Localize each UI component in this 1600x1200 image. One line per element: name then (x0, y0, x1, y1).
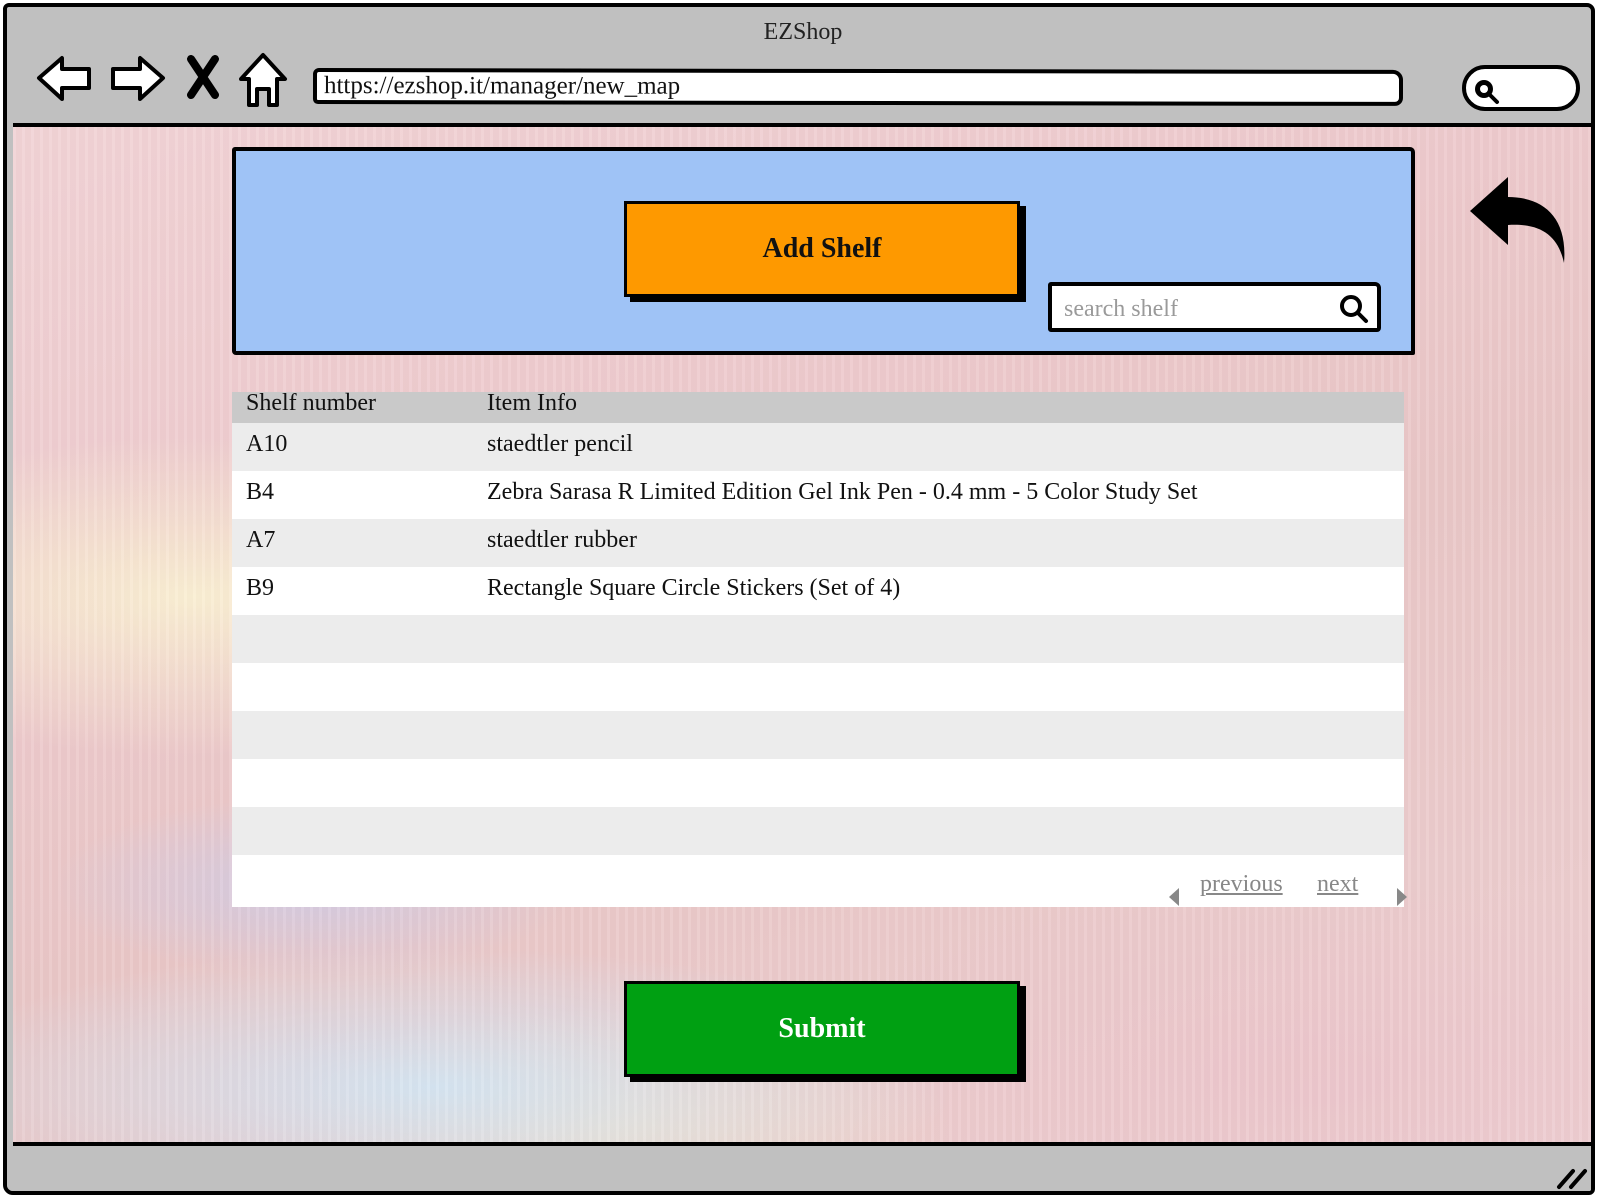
item-info-cell: staedtler rubber (487, 527, 637, 553)
previous-link[interactable]: previous (1200, 871, 1283, 898)
table-row[interactable]: A7 staedtler rubber (232, 519, 1404, 567)
column-header-shelf-number: Shelf number (246, 390, 376, 416)
search-icon[interactable] (1339, 294, 1369, 324)
status-bar (7, 1147, 1591, 1191)
table-row[interactable] (232, 663, 1404, 711)
window-title: EZShop (763, 19, 843, 45)
shelf-number-cell: B9 (246, 575, 275, 601)
url-bar[interactable]: https://ezshop.it/manager/new_map (312, 68, 1404, 106)
submit-button[interactable]: Submit (624, 981, 1020, 1077)
table-row[interactable]: A10 staedtler pencil (232, 423, 1404, 471)
next-arrow-icon[interactable] (1397, 888, 1407, 906)
shelf-number-cell: A7 (246, 527, 276, 553)
back-arrow-icon[interactable] (35, 51, 95, 107)
shelf-table: Shelf number Item Info A10 staedtler pen… (232, 390, 1407, 907)
browser-search-field[interactable] (1462, 65, 1580, 111)
column-header-item-info: Item Info (487, 390, 577, 416)
item-info-cell: Rectangle Square Circle Stickers (Set of… (487, 575, 901, 601)
table-row[interactable] (232, 759, 1404, 807)
previous-arrow-icon[interactable] (1169, 888, 1179, 906)
forward-arrow-icon[interactable] (107, 51, 167, 107)
next-link[interactable]: next (1317, 871, 1358, 898)
shelf-number-cell: A10 (246, 431, 288, 457)
table-row[interactable] (232, 807, 1404, 855)
shelf-number-cell: B4 (246, 479, 275, 505)
table-row[interactable]: B9 Rectangle Square Circle Stickers (Set… (232, 567, 1404, 615)
search-shelf-field[interactable] (1048, 282, 1381, 332)
table-row[interactable]: B4 Zebra Sarasa R Limited Edition Gel In… (232, 471, 1404, 519)
item-info-cell: Zebra Sarasa R Limited Edition Gel Ink P… (487, 479, 1198, 505)
undo-arrow-icon[interactable] (1468, 177, 1568, 267)
home-icon[interactable] (237, 51, 289, 109)
table-header: Shelf number Item Info (232, 390, 1404, 423)
browser-window: EZShop https://ezshop.it/manager/new_map… (3, 3, 1595, 1195)
search-icon (1475, 80, 1499, 104)
item-info-cell: staedtler pencil (487, 431, 633, 457)
close-x-icon[interactable] (185, 55, 221, 99)
resize-grip-icon[interactable] (1555, 1165, 1589, 1191)
add-shelf-button[interactable]: Add Shelf (624, 201, 1020, 297)
table-row[interactable] (232, 711, 1404, 759)
search-shelf-input[interactable] (1062, 292, 1321, 326)
table-row[interactable] (232, 615, 1404, 663)
